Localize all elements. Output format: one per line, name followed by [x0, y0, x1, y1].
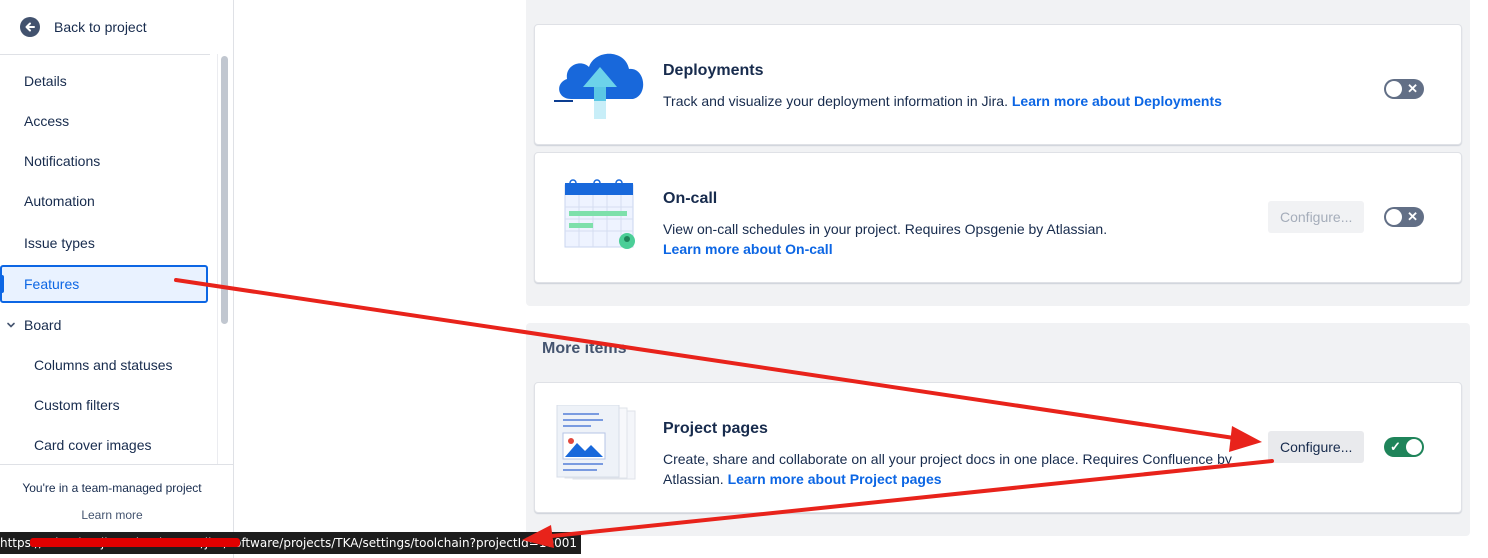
sidebar-item-label: Details [24, 73, 67, 89]
toggle-knob [1406, 439, 1422, 455]
sidebar-item-features[interactable]: Features [0, 265, 208, 303]
team-managed-note: You're in a team-managed project [22, 481, 202, 495]
project-settings-sidebar: Back to project Details Access Notificat… [0, 0, 234, 558]
sidebar-item-card-cover-images[interactable]: Card cover images [0, 426, 208, 464]
document-pages-icon [556, 405, 636, 480]
sidebar-item-issue-types[interactable]: Issue types [0, 224, 208, 262]
sidebar-item-notifications[interactable]: Notifications [0, 142, 208, 180]
feature-title: Deployments [663, 62, 764, 79]
feature-card-on-call: On-call View on-call schedules in your p… [534, 152, 1462, 283]
sidebar-item-label: Board [24, 317, 62, 333]
sidebar-item-label: Automation [24, 193, 95, 209]
feature-title: On-call [663, 190, 718, 207]
divider [0, 54, 210, 55]
feature-description: Track and visualize your deployment info… [663, 91, 1222, 111]
sidebar-item-custom-filters[interactable]: Custom filters [0, 386, 208, 424]
toggle-off-icon: ✕ [1407, 209, 1418, 224]
sidebar-item-columns-and-statuses[interactable]: Columns and statuses [0, 346, 208, 384]
cloud-upload-icon [554, 53, 644, 119]
feature-description-text: View on-call schedules in your project. … [663, 221, 1108, 237]
on-call-configure-button[interactable]: Configure... [1268, 201, 1365, 233]
toggle-knob [1386, 81, 1402, 97]
sidebar-item-details[interactable]: Details [0, 62, 208, 100]
sidebar-item-label: Notifications [24, 153, 101, 169]
learn-more-link[interactable]: Learn more [0, 508, 224, 522]
more-items-heading: More items [542, 340, 627, 357]
learn-more-project-pages-link[interactable]: Learn more about Project pages [728, 471, 942, 487]
toggle-on-icon: ✓ [1390, 439, 1401, 454]
sidebar-scrollbar-thumb[interactable] [221, 56, 228, 324]
learn-more-on-call-link[interactable]: Learn more about On-call [663, 239, 1107, 259]
back-to-project-link[interactable]: Back to project [20, 16, 147, 38]
deployments-toggle[interactable]: ✕ [1384, 79, 1424, 99]
sidebar-item-automation[interactable]: Automation [0, 182, 208, 220]
feature-description: Create, share and collaborate on all you… [663, 449, 1263, 489]
calendar-icon [564, 179, 635, 249]
sidebar-item-board[interactable]: Board [0, 306, 208, 344]
toggle-knob [1386, 209, 1402, 225]
sidebar-item-label: Columns and statuses [34, 357, 173, 373]
sidebar-item-label: Features [24, 276, 80, 292]
project-pages-toggle[interactable]: ✓ [1384, 437, 1424, 457]
divider [0, 464, 233, 465]
feature-card-project-pages: Project pages Create, share and collabor… [534, 382, 1462, 513]
project-pages-configure-button[interactable]: Configure... [1268, 431, 1365, 463]
chevron-down-icon [7, 322, 15, 328]
sidebar-item-label: Issue types [24, 235, 95, 251]
feature-title: Project pages [663, 420, 768, 437]
feature-description-text: Track and visualize your deployment info… [663, 93, 1008, 109]
sidebar-item-label: Card cover images [34, 437, 152, 453]
redaction-mark [30, 538, 240, 547]
feature-description: View on-call schedules in your project. … [663, 219, 1107, 259]
arrow-left-icon [20, 17, 40, 37]
learn-more-deployments-link[interactable]: Learn more about Deployments [1012, 93, 1222, 109]
sidebar-item-label: Access [24, 113, 70, 129]
back-to-project-label: Back to project [54, 19, 147, 35]
toggle-off-icon: ✕ [1407, 81, 1418, 96]
feature-card-deployments: Deployments Track and visualize your dep… [534, 24, 1462, 145]
sidebar-item-access[interactable]: Access [0, 102, 208, 140]
sidebar-item-label: Custom filters [34, 397, 120, 413]
on-call-toggle[interactable]: ✕ [1384, 207, 1424, 227]
